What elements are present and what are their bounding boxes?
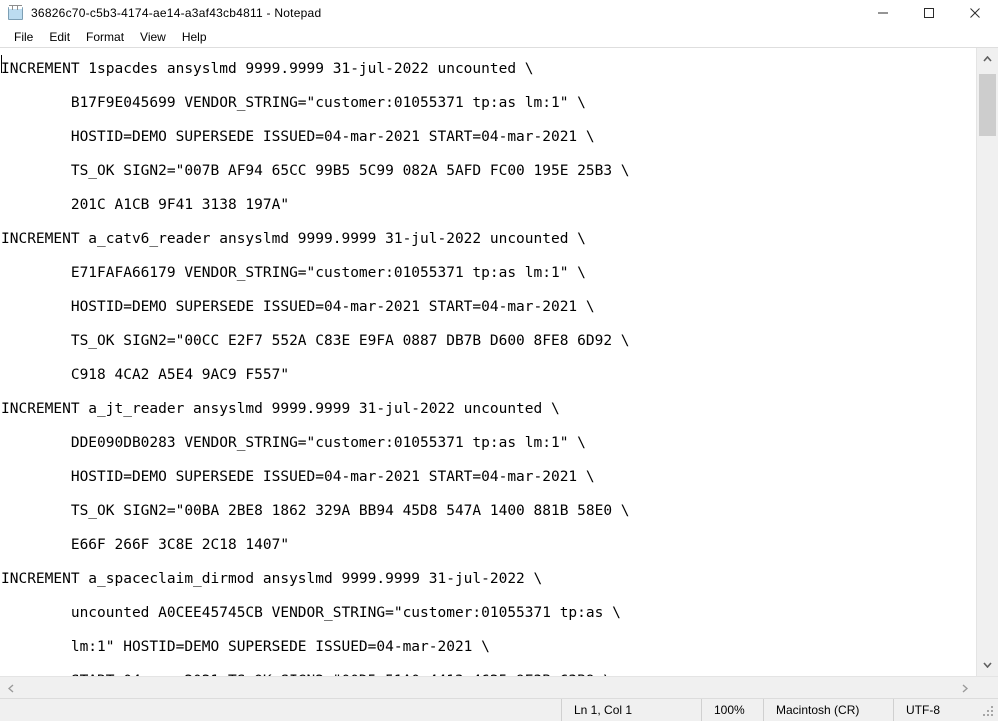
chevron-left-icon <box>8 683 14 693</box>
text-line: TS_OK SIGN2="007B AF94 65CC 99B5 5C99 08… <box>1 163 630 179</box>
text-line: B17F9E045699 VENDOR_STRING="customer:010… <box>1 95 586 111</box>
text-line: lm:1" HOSTID=DEMO SUPERSEDE ISSUED=04-ma… <box>1 639 490 655</box>
status-spacer <box>0 699 561 721</box>
chevron-down-icon <box>983 662 992 668</box>
scroll-right-button[interactable] <box>954 677 976 699</box>
notepad-icon <box>8 5 24 21</box>
menu-bar: File Edit Format View Help <box>0 26 998 47</box>
text-line: TS_OK SIGN2="00CC E2F7 552A C83E E9FA 08… <box>1 333 630 349</box>
menu-item-help[interactable]: Help <box>174 28 215 46</box>
vertical-scroll-track[interactable] <box>977 70 998 654</box>
scroll-left-button[interactable] <box>0 677 22 699</box>
text-line: E71FAFA66179 VENDOR_STRING="customer:010… <box>1 265 586 281</box>
scrollbar-corner <box>976 677 998 698</box>
chevron-right-icon <box>962 683 968 693</box>
text-line: TS_OK SIGN2="00BA 2BE8 1862 329A BB94 45… <box>1 503 630 519</box>
text-line: INCREMENT a_jt_reader ansyslmd 9999.9999… <box>1 401 560 417</box>
text-editor[interactable]: INCREMENT 1spacdes ansyslmd 9999.9999 31… <box>0 48 976 676</box>
close-icon <box>970 8 980 18</box>
window-controls <box>860 0 998 26</box>
maximize-button[interactable] <box>906 0 952 26</box>
editor-area: INCREMENT 1spacdes ansyslmd 9999.9999 31… <box>0 47 998 676</box>
minimize-icon <box>878 12 888 14</box>
status-bar: Ln 1, Col 1 100% Macintosh (CR) UTF-8 <box>0 698 998 721</box>
window-title: 36826c70-c5b3-4174-ae14-a3af43cb4811 - N… <box>31 6 322 20</box>
text-line: HOSTID=DEMO SUPERSEDE ISSUED=04-mar-2021… <box>1 469 595 485</box>
text-line: E66F 266F 3C8E 2C18 1407" <box>1 537 290 553</box>
status-zoom-level[interactable]: 100% <box>701 699 763 721</box>
menu-item-format[interactable]: Format <box>78 28 132 46</box>
title-bar: 36826c70-c5b3-4174-ae14-a3af43cb4811 - N… <box>0 0 998 26</box>
status-cursor-position: Ln 1, Col 1 <box>561 699 701 721</box>
maximize-icon <box>924 8 934 18</box>
vertical-scroll-thumb[interactable] <box>979 74 996 136</box>
text-line: C918 4CA2 A5E4 9AC9 F557" <box>1 367 290 383</box>
horizontal-scroll-track[interactable] <box>22 677 954 698</box>
text-line: 201C A1CB 9F41 3138 197A" <box>1 197 290 213</box>
status-line-ending: Macintosh (CR) <box>763 699 893 721</box>
text-line: uncounted A0CEE45745CB VENDOR_STRING="cu… <box>1 605 621 621</box>
menu-item-file[interactable]: File <box>6 28 41 46</box>
resize-grip-icon[interactable] <box>983 706 995 718</box>
notepad-window: 36826c70-c5b3-4174-ae14-a3af43cb4811 - N… <box>0 0 998 721</box>
text-line: HOSTID=DEMO SUPERSEDE ISSUED=04-mar-2021… <box>1 299 595 315</box>
text-caret <box>1 55 2 73</box>
scroll-up-button[interactable] <box>977 48 998 70</box>
horizontal-scrollbar[interactable] <box>0 676 998 699</box>
menu-item-view[interactable]: View <box>132 28 174 46</box>
text-line: DDE090DB0283 VENDOR_STRING="customer:010… <box>1 435 586 451</box>
minimize-button[interactable] <box>860 0 906 26</box>
scroll-down-button[interactable] <box>977 654 998 676</box>
menu-item-edit[interactable]: Edit <box>41 28 78 46</box>
chevron-up-icon <box>983 56 992 62</box>
vertical-scrollbar[interactable] <box>976 48 998 676</box>
text-line: INCREMENT a_spaceclaim_dirmod ansyslmd 9… <box>1 571 543 587</box>
text-line: START=04-mar-2021 TS_OK SIGN2="00D5 51A0… <box>0 664 976 676</box>
text-line: INCREMENT 1spacdes ansyslmd 9999.9999 31… <box>1 61 534 77</box>
text-line: HOSTID=DEMO SUPERSEDE ISSUED=04-mar-2021… <box>1 129 595 145</box>
text-line: INCREMENT a_catv6_reader ansyslmd 9999.9… <box>1 231 586 247</box>
close-button[interactable] <box>952 0 998 26</box>
